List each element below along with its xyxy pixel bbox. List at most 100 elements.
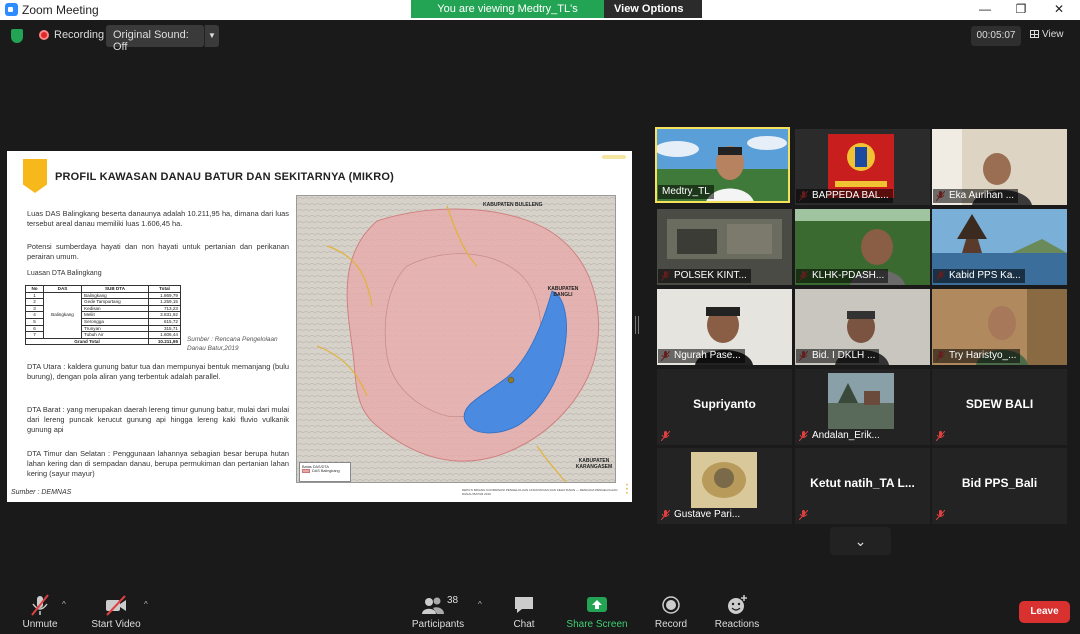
muted-mic-icon <box>661 431 670 441</box>
table-header-row: No DAS SUB DTA Total <box>25 285 181 293</box>
participant-tile[interactable]: Eka Aurihan ... <box>932 129 1067 205</box>
participant-name: Kabid PPS Ka... <box>933 269 1025 283</box>
participant-name: Try Haristyo_... <box>933 349 1021 363</box>
screen-share-banner: You are viewing Medtry_TL's screen View … <box>411 0 702 28</box>
map-legend: Batas DAS/DTA DAS Balingkang <box>299 462 351 482</box>
table-header: SUB DTA <box>81 285 149 293</box>
das-name-cell: Balingkang <box>43 291 82 339</box>
participant-name: KLHK-PDASH... <box>796 269 889 283</box>
participant-name: Supriyanto <box>693 397 756 411</box>
participant-photo <box>691 452 757 508</box>
muted-mic-icon <box>936 431 945 441</box>
video-off-icon <box>106 595 126 616</box>
grand-total-value: 10.211,95 <box>148 337 181 346</box>
table-cell: 3.831,92 <box>148 311 181 319</box>
participant-tile[interactable]: SDEW BALI <box>932 369 1067 445</box>
recording-label: Recording <box>54 29 105 41</box>
slide-dots-decoration: • • • <box>625 483 628 497</box>
start-video-button[interactable]: Start Video <box>88 594 144 630</box>
chevron-up-icon[interactable]: ^ <box>62 600 66 609</box>
participant-tile[interactable]: Medtry_TL <box>655 127 790 203</box>
table-cell: 3 <box>25 304 44 313</box>
map-label-bangli: KABUPATEN BANGLI <box>547 286 579 298</box>
chevron-up-icon[interactable]: ^ <box>144 600 148 609</box>
table-cell: 4 <box>25 311 44 319</box>
chevron-up-icon[interactable]: ^ <box>478 600 482 609</box>
slide-title: PROFIL KAWASAN DANAU BATUR DAN SEKITARNY… <box>55 171 394 183</box>
shared-screen-slide: PROFIL KAWASAN DANAU BATUR DAN SEKITARNY… <box>7 151 632 502</box>
grand-total-label: Grand Total <box>25 337 149 346</box>
muted-mic-icon <box>799 510 808 520</box>
participant-tile[interactable]: Andalan_Erik... <box>795 369 930 445</box>
muted-mic-icon <box>936 510 945 520</box>
legend-swatch <box>302 469 310 473</box>
participant-tile[interactable]: Bid. I DKLH ... <box>795 289 930 365</box>
table-cell: 2 <box>25 298 44 306</box>
participants-button[interactable]: 38 Participants <box>410 594 466 630</box>
view-button[interactable]: View <box>1030 29 1064 40</box>
table-cell: 1.606,44 <box>148 331 181 339</box>
chevron-down-icon: ⌄ <box>854 533 867 549</box>
zoom-app-icon <box>5 3 18 16</box>
participant-name: Medtry_TL <box>658 185 714 199</box>
table-cell: Trunyan <box>81 324 149 333</box>
participant-name: POLSEK KINT... <box>658 269 751 283</box>
minimize-button[interactable]: — <box>968 0 1002 20</box>
table-cell: 713,23 <box>148 304 181 313</box>
table-cell: Gede Tampurtang <box>81 298 149 306</box>
view-options-button[interactable]: View Options ⌄ <box>604 0 702 28</box>
start-video-label: Start Video <box>91 619 141 630</box>
slide-decoration <box>602 155 626 159</box>
participant-tile[interactable]: Ngurah Pase... <box>657 289 792 365</box>
table-cell: 1 <box>25 291 44 300</box>
shield-icon[interactable] <box>11 29 23 43</box>
chat-button[interactable]: Chat <box>508 594 540 630</box>
participant-tile[interactable]: Ketut natih_TA L... <box>795 448 930 524</box>
chevron-down-icon[interactable]: ▼ <box>204 25 219 47</box>
participant-name: Bid. I DKLH ... <box>796 349 880 363</box>
participant-tile[interactable]: Try Haristyo_... <box>932 289 1067 365</box>
record-label: Record <box>654 619 688 630</box>
table-row: 1 Balingkang Balingkang 1.869,79 <box>25 291 181 339</box>
table-cell: 1.259,15 <box>148 298 181 306</box>
slide-footnote: DEPUTI BIDANG KOORDINASI PENGELOLAAN LIN… <box>462 488 618 496</box>
slide-paragraph-luas: Luas DAS Balingkang beserta danaunya ada… <box>27 209 289 228</box>
close-button[interactable]: ✕ <box>1042 0 1076 20</box>
restore-button[interactable]: ❐ <box>1004 0 1038 20</box>
unmute-button[interactable]: Unmute <box>20 594 60 630</box>
slide-paragraph-dta-timur: DTA Timur dan Selatan : Penggunaan lahan… <box>27 449 289 478</box>
dta-table: No DAS SUB DTA Total 1 Balingkang Baling… <box>25 285 181 346</box>
table-title: Luasan DTA Balingkang <box>27 270 102 277</box>
unmute-label: Unmute <box>22 619 58 630</box>
slide-source-note: Sumber : DEMNAS <box>11 489 72 496</box>
split-view-handle[interactable] <box>635 316 639 334</box>
participant-tile[interactable]: Kabid PPS Ka... <box>932 209 1067 285</box>
meeting-timer: 00:05:07 <box>971 26 1021 46</box>
table-cell: 5 <box>25 317 44 326</box>
participant-name: Bid PPS_Bali <box>961 476 1038 490</box>
gallery-next-page-button[interactable]: ⌄ <box>830 527 891 555</box>
viewing-indicator: You are viewing Medtry_TL's screen <box>411 0 604 27</box>
slide-paragraph-potensi: Potensi sumberdaya hayati dan non hayati… <box>27 242 289 261</box>
participant-name: Andalan_Erik... <box>812 430 880 441</box>
map-label-karangasem: KABUPATEN KARANGASEM <box>575 458 613 470</box>
participant-tile[interactable]: Supriyanto <box>657 369 792 445</box>
participant-tile[interactable]: BAPPEDA BAL... <box>795 129 930 205</box>
leave-button[interactable]: Leave <box>1019 601 1070 623</box>
record-button[interactable]: Record <box>652 594 690 630</box>
reactions-button[interactable]: Reactions <box>714 594 760 630</box>
participant-name: Ngurah Pase... <box>658 349 745 363</box>
participant-tile[interactable]: Bid PPS_Bali <box>932 448 1067 524</box>
table-cell: Serongga <box>81 317 149 326</box>
record-icon <box>662 596 680 614</box>
participant-tile[interactable]: POLSEK KINT... <box>657 209 792 285</box>
table-total-row: Grand Total 10.211,95 <box>25 337 181 346</box>
participants-label: Participants <box>411 619 465 630</box>
share-screen-button[interactable]: Share Screen <box>566 594 628 630</box>
participants-icon: 38 <box>415 594 461 616</box>
participant-tile[interactable]: Gustave Pari... <box>657 448 792 524</box>
participant-tile[interactable]: KLHK-PDASH... <box>795 209 930 285</box>
table-header: No <box>25 285 44 293</box>
slide-paragraph-dta-barat: DTA Barat : yang merupakan daerah lereng… <box>27 405 289 434</box>
original-sound-button[interactable]: Original Sound: Off <box>106 25 204 53</box>
